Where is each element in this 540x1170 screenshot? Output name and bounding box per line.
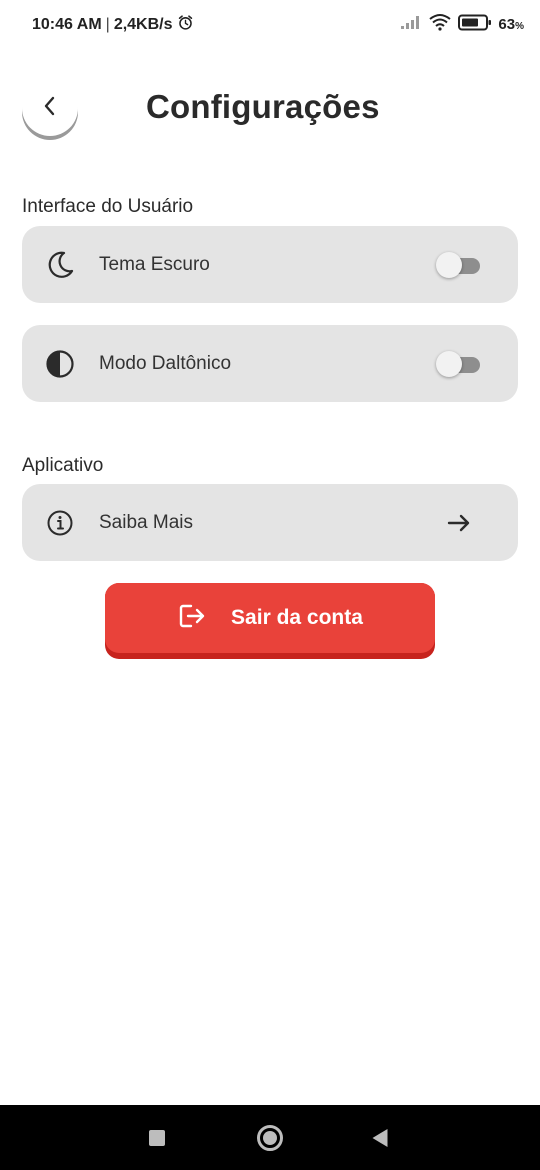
- setting-colorblind-mode-label: Modo Daltônico: [99, 352, 232, 374]
- settings-screen: 10:46 AM | 2,4KB/s 63% Configurações Int…: [0, 0, 540, 1170]
- colorblind-mode-toggle[interactable]: [436, 350, 482, 377]
- status-left: 10:46 AM | 2,4KB/s: [32, 14, 194, 36]
- recent-apps-button[interactable]: [149, 1129, 165, 1146]
- section-label-app: Aplicativo: [22, 455, 104, 476]
- info-icon: [44, 507, 76, 539]
- logout-label: Sair da conta: [231, 606, 363, 629]
- arrow-right-icon: [446, 510, 472, 536]
- toggle-thumb: [436, 251, 462, 278]
- toggle-thumb: [436, 350, 462, 377]
- logout-button-face: Sair da conta: [105, 583, 435, 653]
- contrast-icon: [44, 348, 76, 380]
- setting-learn-more[interactable]: Saiba Mais: [22, 484, 518, 561]
- logout-icon: [177, 602, 207, 635]
- wifi-icon: [428, 13, 452, 35]
- moon-icon: [44, 249, 76, 281]
- setting-colorblind-mode[interactable]: Modo Daltônico: [22, 325, 518, 402]
- dark-theme-toggle[interactable]: [436, 251, 482, 278]
- setting-dark-theme-label: Tema Escuro: [99, 253, 210, 275]
- home-button[interactable]: [257, 1124, 283, 1151]
- battery-level: 63%: [498, 16, 524, 33]
- back-button[interactable]: [22, 80, 78, 136]
- battery-unit: %: [515, 20, 524, 32]
- system-nav-bar: [0, 1105, 540, 1170]
- status-bar: 10:46 AM | 2,4KB/s 63%: [0, 0, 540, 50]
- page-title: Configurações: [146, 88, 380, 125]
- setting-dark-theme[interactable]: Tema Escuro: [22, 226, 518, 303]
- chevron-left-icon: [40, 95, 60, 122]
- setting-learn-more-label: Saiba Mais: [99, 511, 193, 533]
- status-right: 63%: [400, 13, 524, 35]
- battery-percent: 63: [498, 15, 516, 33]
- status-speed: 2,4KB/s: [113, 16, 173, 33]
- logout-button[interactable]: Sair da conta: [105, 583, 435, 659]
- alarm-icon: [177, 14, 194, 36]
- battery-icon: [458, 14, 492, 35]
- status-time: 10:46 AM: [32, 16, 102, 33]
- system-back-button[interactable]: [372, 1128, 388, 1147]
- status-separator: |: [105, 16, 110, 33]
- signal-icon: [400, 14, 422, 34]
- section-label-interface: Interface do Usuário: [22, 196, 194, 217]
